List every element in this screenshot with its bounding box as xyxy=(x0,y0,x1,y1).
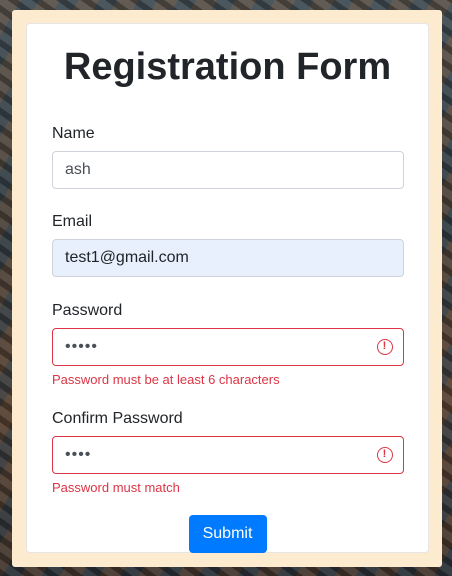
name-input[interactable]: ash xyxy=(52,151,404,189)
registration-card: Registration Form Name ash Email test1@g… xyxy=(26,23,429,553)
password-error: Password must be at least 6 characters xyxy=(52,372,280,387)
confirm-password-value: •••• xyxy=(65,446,92,463)
form-frame: Registration Form Name ash Email test1@g… xyxy=(12,10,442,567)
page-title: Registration Form xyxy=(63,46,392,88)
confirm-password-group: Confirm Password •••• ! Password must ma… xyxy=(52,409,404,496)
confirm-password-label: Confirm Password xyxy=(52,410,183,427)
submit-row: Submit xyxy=(52,515,403,553)
confirm-password-error: Password must match xyxy=(52,480,180,495)
confirm-password-input[interactable]: •••• ! xyxy=(52,436,404,474)
password-label: Password xyxy=(52,302,123,319)
email-input[interactable]: test1@gmail.com xyxy=(52,239,404,277)
email-value: test1@gmail.com xyxy=(65,249,189,266)
password-value: ••••• xyxy=(65,338,99,355)
email-group: Email test1@gmail.com xyxy=(52,212,404,277)
name-label: Name xyxy=(52,125,95,142)
email-label: Email xyxy=(52,213,93,230)
alert-circle-icon: ! xyxy=(377,447,393,463)
name-group: Name ash xyxy=(52,124,404,189)
submit-button[interactable]: Submit xyxy=(188,515,267,553)
password-input[interactable]: ••••• ! xyxy=(52,328,404,366)
alert-circle-icon: ! xyxy=(377,339,393,355)
password-group: Password ••••• ! Password must be at lea… xyxy=(52,301,404,388)
